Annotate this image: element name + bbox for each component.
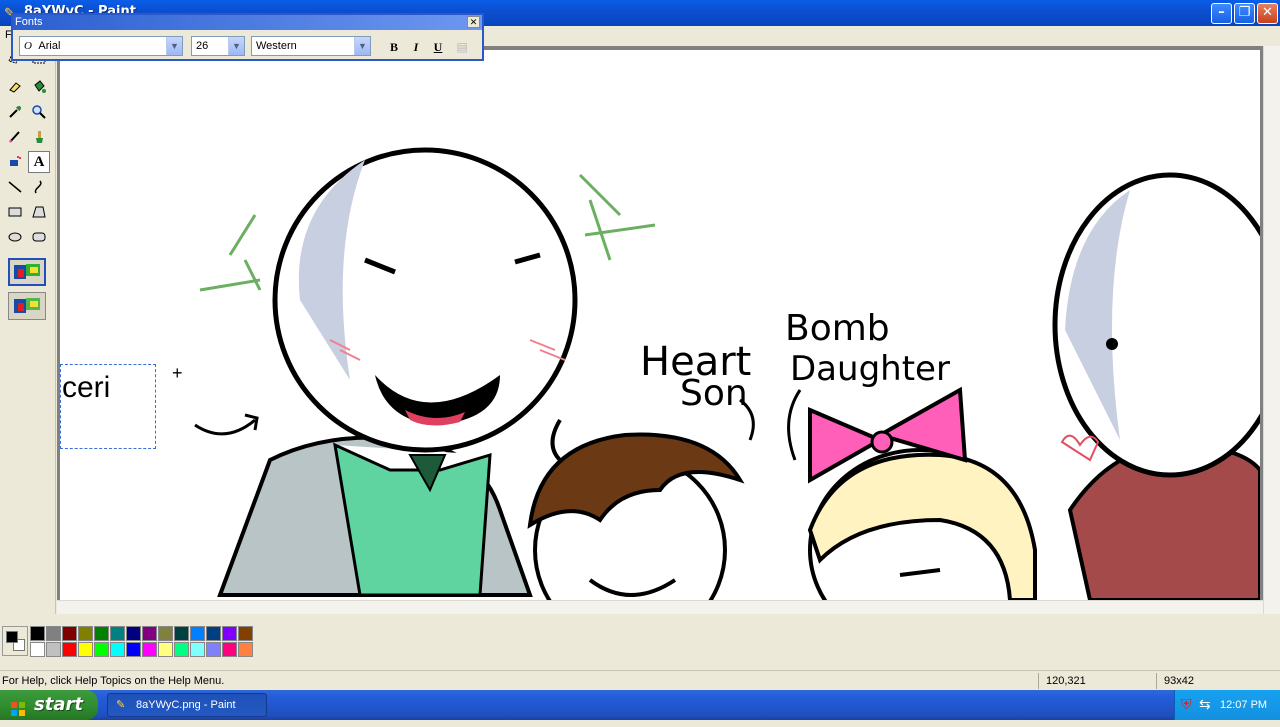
status-divider	[1038, 673, 1039, 689]
crosshair-cursor-icon: +	[172, 363, 183, 383]
palette-swatch[interactable]	[174, 626, 189, 641]
line-tool[interactable]	[4, 176, 26, 198]
status-divider	[1156, 673, 1157, 689]
palette-swatch[interactable]	[190, 626, 205, 641]
status-bar: For Help, click Help Topics on the Help …	[0, 670, 1280, 690]
text-entry-content: ceri	[62, 371, 111, 404]
foreground-color-swatch	[6, 631, 18, 643]
opaque-background-option[interactable]	[8, 258, 46, 286]
palette-swatch[interactable]	[126, 626, 141, 641]
magnifier-icon[interactable]	[28, 101, 50, 123]
drawing-canvas[interactable]: Heart Son Bomb Daughter	[60, 50, 1260, 600]
paint-app-icon: ✎	[116, 699, 126, 711]
palette-swatch[interactable]	[62, 642, 77, 657]
palette-swatch[interactable]	[78, 626, 93, 641]
text-tool[interactable]: A	[28, 151, 50, 173]
daughter-label: Daughter	[790, 349, 950, 389]
palette-swatch[interactable]	[158, 642, 173, 657]
palette-swatch[interactable]	[110, 626, 125, 641]
chevron-down-icon[interactable]: ▼	[166, 37, 182, 55]
text-a-icon: A	[33, 153, 45, 170]
fonts-toolbar: Fonts ✕ O Arial ▼ 26 ▼ Western ▼ B I U ▤	[11, 13, 484, 61]
rectangle-tool[interactable]	[4, 201, 26, 223]
opentype-icon: O	[24, 40, 32, 52]
palette-swatch[interactable]	[126, 642, 141, 657]
curve-tool[interactable]	[28, 176, 50, 198]
underline-button[interactable]: U	[429, 39, 447, 55]
start-label: start	[34, 694, 83, 715]
network-icon[interactable]: ⇆	[1199, 696, 1211, 713]
palette-swatch[interactable]	[142, 642, 157, 657]
palette-swatch[interactable]	[110, 642, 125, 657]
status-cursor-position: 120,321	[1046, 675, 1086, 687]
palette-swatch[interactable]	[238, 642, 253, 657]
palette-swatch[interactable]	[206, 626, 221, 641]
palette-swatch[interactable]	[62, 626, 77, 641]
security-alert-icon[interactable]: ⛨	[1181, 696, 1192, 713]
text-entry-box[interactable]: ceri	[60, 364, 156, 449]
polygon-tool[interactable]	[28, 201, 50, 223]
fill-tool[interactable]	[28, 76, 50, 98]
pencil-tool[interactable]	[4, 126, 26, 148]
vertical-text-icon[interactable]: ▤	[453, 39, 471, 55]
palette-swatch[interactable]	[94, 642, 109, 657]
start-button[interactable]: start	[0, 690, 98, 720]
status-help-text: For Help, click Help Topics on the Help …	[2, 675, 225, 687]
chevron-down-icon[interactable]: ▼	[228, 37, 244, 55]
taskbar-item-label: 8aYWyC.png - Paint	[136, 699, 236, 711]
eraser-tool[interactable]	[4, 76, 26, 98]
palette-swatch[interactable]	[238, 626, 253, 641]
color-picker-tool[interactable]	[4, 101, 26, 123]
font-size-value: 26	[196, 40, 209, 52]
palette-swatch[interactable]	[142, 626, 157, 641]
brush-tool[interactable]	[28, 126, 50, 148]
font-script-value: Western	[256, 40, 297, 52]
font-size-select[interactable]: 26 ▼	[191, 36, 245, 56]
palette-swatch[interactable]	[78, 642, 93, 657]
tool-box: A	[0, 46, 56, 614]
canvas-artwork: Heart Son Bomb Daughter	[194, 147, 1260, 600]
horizontal-scrollbar[interactable]	[57, 600, 1263, 614]
son-label: Son	[680, 373, 748, 414]
palette-swatch[interactable]	[30, 642, 45, 657]
palette-swatch[interactable]	[174, 642, 189, 657]
chevron-down-icon[interactable]: ▼	[354, 37, 370, 55]
close-button[interactable]: ✕	[1257, 3, 1278, 24]
ellipse-tool[interactable]	[4, 226, 26, 248]
palette-swatch[interactable]	[158, 626, 173, 641]
palette-swatch[interactable]	[222, 642, 237, 657]
font-script-select[interactable]: Western ▼	[251, 36, 371, 56]
palette-swatches	[30, 626, 260, 658]
minimize-button[interactable]: –	[1211, 3, 1232, 24]
rounded-rect-tool[interactable]	[28, 226, 50, 248]
italic-button[interactable]: I	[407, 39, 425, 55]
fonts-toolbar-title: Fonts	[13, 15, 482, 30]
fonts-close-button[interactable]: ✕	[467, 16, 480, 28]
font-name-value: Arial	[38, 40, 61, 52]
current-colors[interactable]	[2, 626, 28, 656]
bold-button[interactable]: B	[385, 39, 403, 55]
palette-swatch[interactable]	[206, 642, 221, 657]
bomb-label: Bomb	[785, 308, 890, 349]
palette-swatch[interactable]	[190, 642, 205, 657]
palette-swatch[interactable]	[94, 626, 109, 641]
opaque-option-icon	[14, 264, 40, 279]
font-name-select[interactable]: O Arial ▼	[19, 36, 183, 56]
status-selection-size: 93x42	[1164, 675, 1194, 687]
taskbar: start ✎ 8aYWyC.png - Paint ⛨ ⇆ 12:07 PM	[0, 690, 1280, 720]
palette-swatch[interactable]	[222, 626, 237, 641]
transparent-background-option[interactable]	[8, 292, 46, 320]
palette-swatch[interactable]	[46, 626, 61, 641]
maximize-button[interactable]: ❐	[1234, 3, 1255, 24]
palette-swatch[interactable]	[30, 626, 45, 641]
airbrush-tool[interactable]	[4, 151, 26, 173]
transparent-option-icon	[14, 298, 40, 313]
palette-swatch[interactable]	[46, 642, 61, 657]
taskbar-item-paint[interactable]: ✎ 8aYWyC.png - Paint	[107, 693, 267, 717]
vertical-scrollbar[interactable]	[1263, 46, 1280, 614]
taskbar-clock[interactable]: 12:07 PM	[1220, 699, 1267, 711]
windows-logo-icon	[10, 697, 26, 716]
